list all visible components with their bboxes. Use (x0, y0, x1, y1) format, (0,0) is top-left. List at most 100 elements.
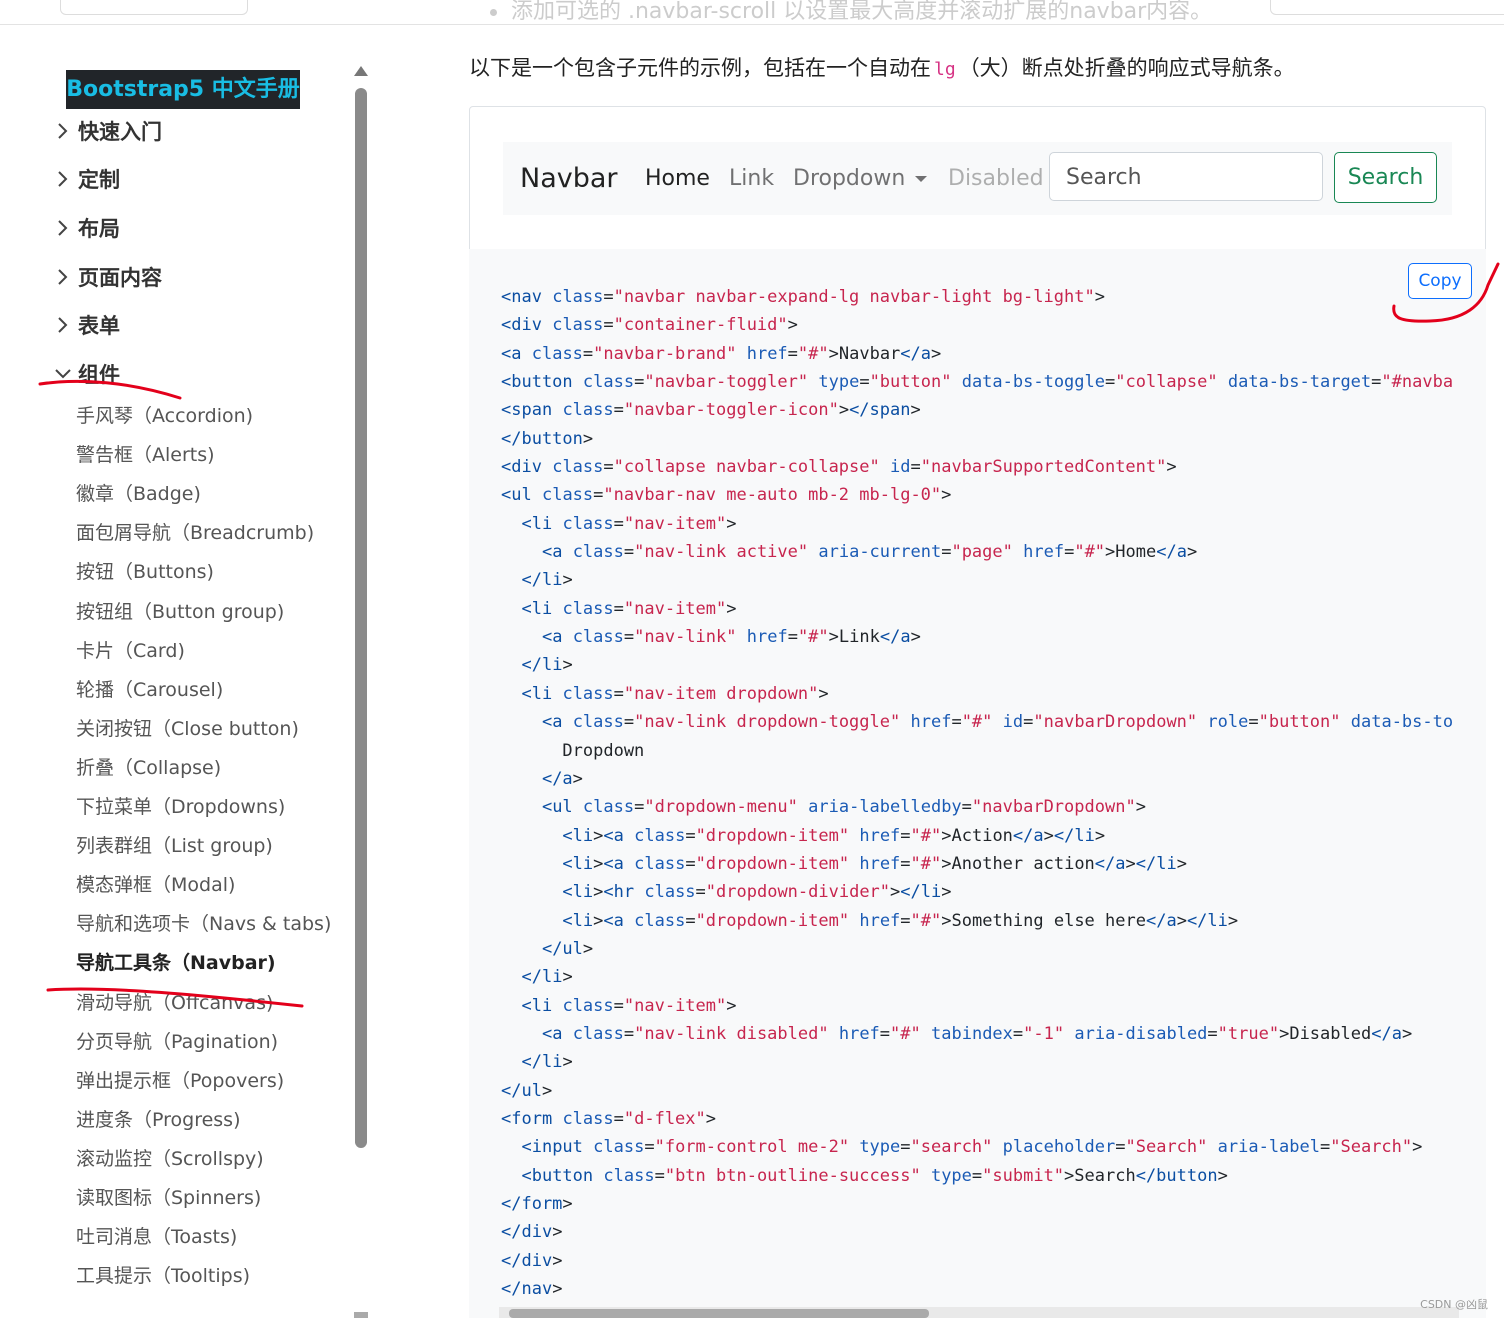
code-line: </li> (521, 655, 573, 676)
sidebar-item[interactable]: 模态弹框（Modal) (76, 870, 235, 900)
code-line: <a class="nav-link" href="#">Link</a> (541, 627, 921, 648)
sidebar-item[interactable]: 导航和选项卡（Navs & tabs) (76, 909, 331, 939)
sidebar-section-label: 表单 (78, 314, 120, 338)
code-line: <a class="navbar-brand" href="#">Navbar<… (501, 343, 942, 364)
code-line: <li><a class="dropdown-item" href="#">An… (562, 853, 1187, 874)
example-link-dropdown[interactable]: Dropdown (793, 142, 928, 215)
code-line: <form class="d-flex"> (501, 1108, 717, 1129)
faded-bullet-text: 添加可选的 .navbar-scroll 以设置最大高度并滚动扩展的navbar… (490, 0, 1212, 24)
sidebar-item[interactable]: 面包屑导航（Breadcrumb) (76, 518, 314, 548)
chevron-right-icon (58, 171, 68, 187)
code-line: </div> (501, 1222, 563, 1243)
code-line: </form> (501, 1194, 573, 1214)
sidebar-section-5[interactable]: 组件 (54, 357, 120, 391)
code-line: <li class="nav-item"> (521, 995, 737, 1016)
example-search-input[interactable]: Search (1049, 152, 1323, 201)
code-line: </div> (501, 1250, 563, 1271)
sidebar-item[interactable]: 进度条（Progress) (76, 1105, 241, 1135)
sidebar-section-1[interactable]: 定制 (54, 162, 120, 196)
chevron-right-icon (58, 123, 68, 139)
scroll-up-arrow-icon[interactable] (354, 66, 368, 76)
code-line: <button class="navbar-toggler" type="but… (501, 372, 1453, 393)
sidebar-section-label: 组件 (78, 363, 120, 387)
sidebar-item[interactable]: 列表群组（List group) (76, 831, 273, 861)
code-line: <li class="nav-item"> (521, 598, 737, 619)
sidebar-section-label: 快速入门 (78, 120, 162, 144)
sidebar-item[interactable]: 工具提示（Tooltips) (76, 1261, 250, 1291)
code-line: Dropdown (501, 740, 645, 761)
code-line: <input class="form-control me-2" type="s… (521, 1137, 1423, 1158)
code-line: </button> (501, 428, 594, 449)
chevron-down-icon (55, 369, 71, 379)
code-content: <nav class="navbar navbar-expand-lg navb… (501, 283, 1453, 1303)
code-line: <a class="nav-link disabled" href="#" ta… (541, 1023, 1413, 1044)
code-line: <nav class="navbar navbar-expand-lg navb… (501, 287, 1105, 307)
code-line: </li> (521, 967, 573, 988)
sidebar-item[interactable]: 按钮（Buttons) (76, 557, 214, 587)
sidebar-section-3[interactable]: 页面内容 (54, 260, 162, 294)
code-line: </ul> (541, 938, 594, 959)
code-block: Copy <nav class="navbar navbar-expand-lg… (469, 249, 1486, 1318)
sidebar-section-label: 页面内容 (78, 266, 162, 290)
sidebar-section-0[interactable]: 快速入门 (54, 114, 162, 148)
code-line: </li> (521, 570, 573, 591)
sidebar-section-2[interactable]: 布局 (54, 211, 120, 245)
sidebar-scrollbar-thumb[interactable] (355, 88, 367, 1148)
example-navbar-brand[interactable]: Navbar (520, 142, 618, 215)
sidebar-item[interactable]: 卡片（Card) (76, 636, 185, 666)
intro-paragraph: 以下是一个包含子元件的示例，包括在一个自动在 lg （大）断点处折叠的响应式导航条。 (469, 56, 1295, 80)
code-line: </ul> (501, 1080, 553, 1101)
sidebar-item[interactable]: 导航工具条（Navbar) (76, 948, 276, 978)
code-line: <li class="nav-item dropdown"> (521, 683, 829, 704)
sidebar-item[interactable]: 徽章（Badge) (76, 479, 201, 509)
example-link-disabled: Disabled (948, 166, 1044, 191)
code-line: <ul class="navbar-nav me-auto mb-2 mb-lg… (501, 485, 952, 506)
sidebar-item[interactable]: 手风琴（Accordion) (76, 401, 253, 431)
code-line: <div class="container-fluid"> (501, 315, 798, 336)
sidebar-item[interactable]: 轮播（Carousel) (76, 675, 223, 705)
scroll-down-arrow-icon[interactable] (354, 1312, 368, 1318)
chevron-right-icon (58, 269, 68, 285)
top-left-box (60, 0, 248, 15)
sidebar-brand-logo[interactable]: Bootstrap5 中文手册 (66, 70, 300, 109)
code-line: <div class="collapse navbar-collapse" id… (501, 457, 1177, 478)
sidebar-section-4[interactable]: 表单 (54, 308, 120, 342)
sidebar-item[interactable]: 下拉菜单（Dropdowns) (76, 792, 285, 822)
example-navbar: Navbar Home Link Dropdown Disabled Searc… (503, 142, 1452, 215)
code-line: <li><a class="dropdown-item" href="#">So… (562, 910, 1239, 931)
sidebar-item[interactable]: 按钮组（Button group) (76, 597, 284, 627)
code-line: <li><hr class="dropdown-divider"></li> (562, 882, 952, 903)
sidebar-section-label: 布局 (78, 217, 120, 241)
sidebar-item[interactable]: 关闭按钮（Close button) (76, 714, 299, 744)
code-line: <li class="nav-item"> (521, 513, 737, 534)
sidebar-section-label: 定制 (78, 168, 120, 192)
sidebar-item[interactable]: 警告框（Alerts) (76, 440, 215, 470)
watermark: CSDN @凶鼠 (1420, 1298, 1488, 1311)
sidebar-item[interactable]: 读取图标（Spinners) (76, 1183, 261, 1213)
code-line: <a class="nav-link active" aria-current=… (541, 542, 1198, 563)
code-line: </li> (521, 1052, 573, 1073)
example-link-link[interactable]: Link (729, 142, 774, 215)
sidebar-item[interactable]: 滚动监控（Scrollspy) (76, 1144, 264, 1174)
code-line: </a> (541, 768, 583, 789)
code-line: <span class="navbar-toggler-icon"></span… (501, 400, 921, 421)
example-link-home[interactable]: Home (645, 142, 710, 215)
top-strip: 添加可选的 .navbar-scroll 以设置最大高度并滚动扩展的navbar… (0, 0, 1504, 25)
dropdown-caret-icon (915, 176, 928, 182)
top-right-box (1270, 0, 1504, 15)
code-line: <li><a class="dropdown-item" href="#">Ac… (562, 825, 1106, 846)
navbar-example-preview: Navbar Home Link Dropdown Disabled Searc… (469, 106, 1486, 250)
sidebar-item[interactable]: 折叠（Collapse) (76, 753, 221, 783)
example-search-button[interactable]: Search (1334, 152, 1437, 203)
code-line: <ul class="dropdown-menu" aria-labelledb… (541, 797, 1146, 818)
sidebar-item[interactable]: 分页导航（Pagination) (76, 1027, 278, 1057)
code-horizontal-scrollbar-thumb[interactable] (509, 1309, 929, 1318)
intro-code: lg (934, 59, 956, 80)
chevron-right-icon (58, 317, 68, 333)
sidebar-item[interactable]: 吐司消息（Toasts) (76, 1222, 237, 1252)
code-line: <a class="nav-link dropdown-toggle" href… (541, 712, 1453, 733)
code-line: </nav> (501, 1279, 563, 1300)
code-line: <button class="btn btn-outline-success" … (521, 1165, 1228, 1186)
sidebar-item[interactable]: 弹出提示框（Popovers) (76, 1066, 284, 1096)
sidebar-item[interactable]: 滑动导航（Offcanvas) (76, 988, 273, 1018)
